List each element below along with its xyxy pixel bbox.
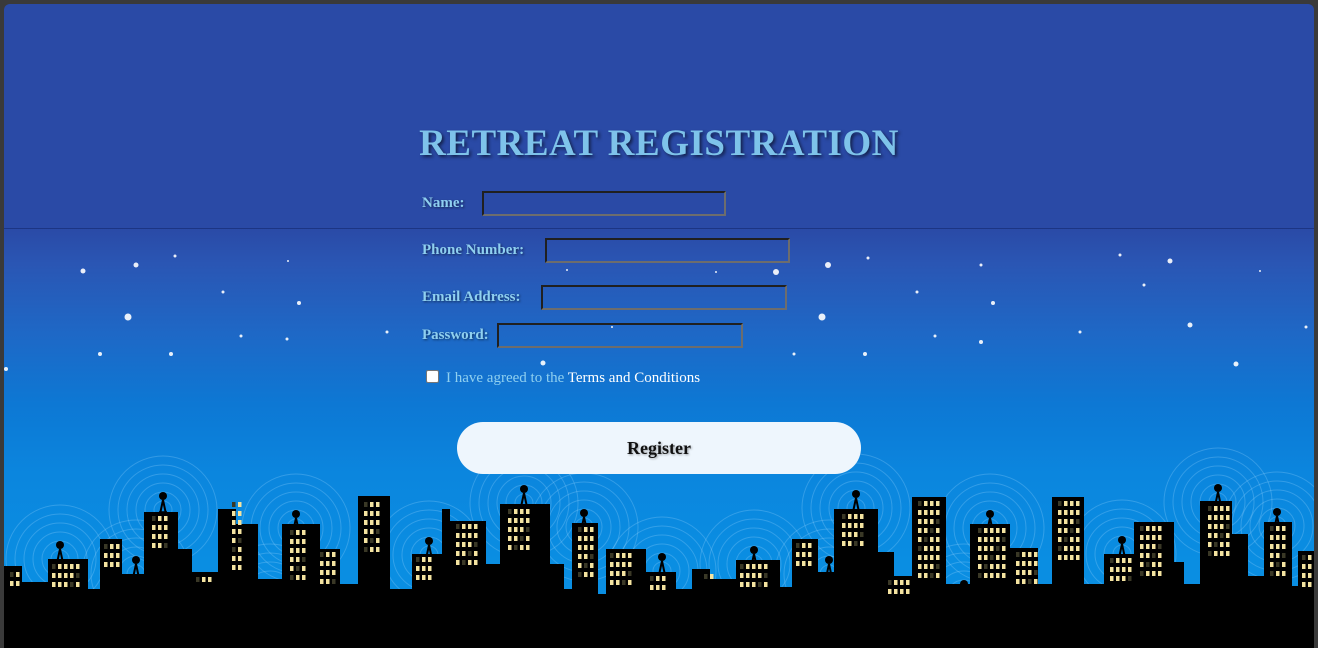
agree-checkbox[interactable] <box>426 370 439 383</box>
registration-page: RETREAT REGISTRATION Name: Phone Number:… <box>4 4 1314 648</box>
name-input[interactable] <box>482 191 726 216</box>
password-input[interactable] <box>497 323 743 348</box>
email-input[interactable] <box>541 285 787 310</box>
stars <box>4 253 1308 371</box>
phone-label: Phone Number: <box>422 242 525 258</box>
name-label: Name: <box>422 195 465 211</box>
agree-label: I have agreed to the <box>446 370 568 386</box>
agree-text: I have agreed to the Terms and Condition… <box>446 370 700 387</box>
email-label: Email Address: <box>422 289 521 305</box>
terms-link[interactable]: Terms and Conditions <box>568 370 700 386</box>
city-skyline <box>4 484 1314 648</box>
register-button[interactable]: Register <box>457 422 861 474</box>
page-title: RETREAT REGISTRATION <box>419 123 899 164</box>
password-label: Password: <box>422 327 489 343</box>
phone-input[interactable] <box>545 238 790 263</box>
